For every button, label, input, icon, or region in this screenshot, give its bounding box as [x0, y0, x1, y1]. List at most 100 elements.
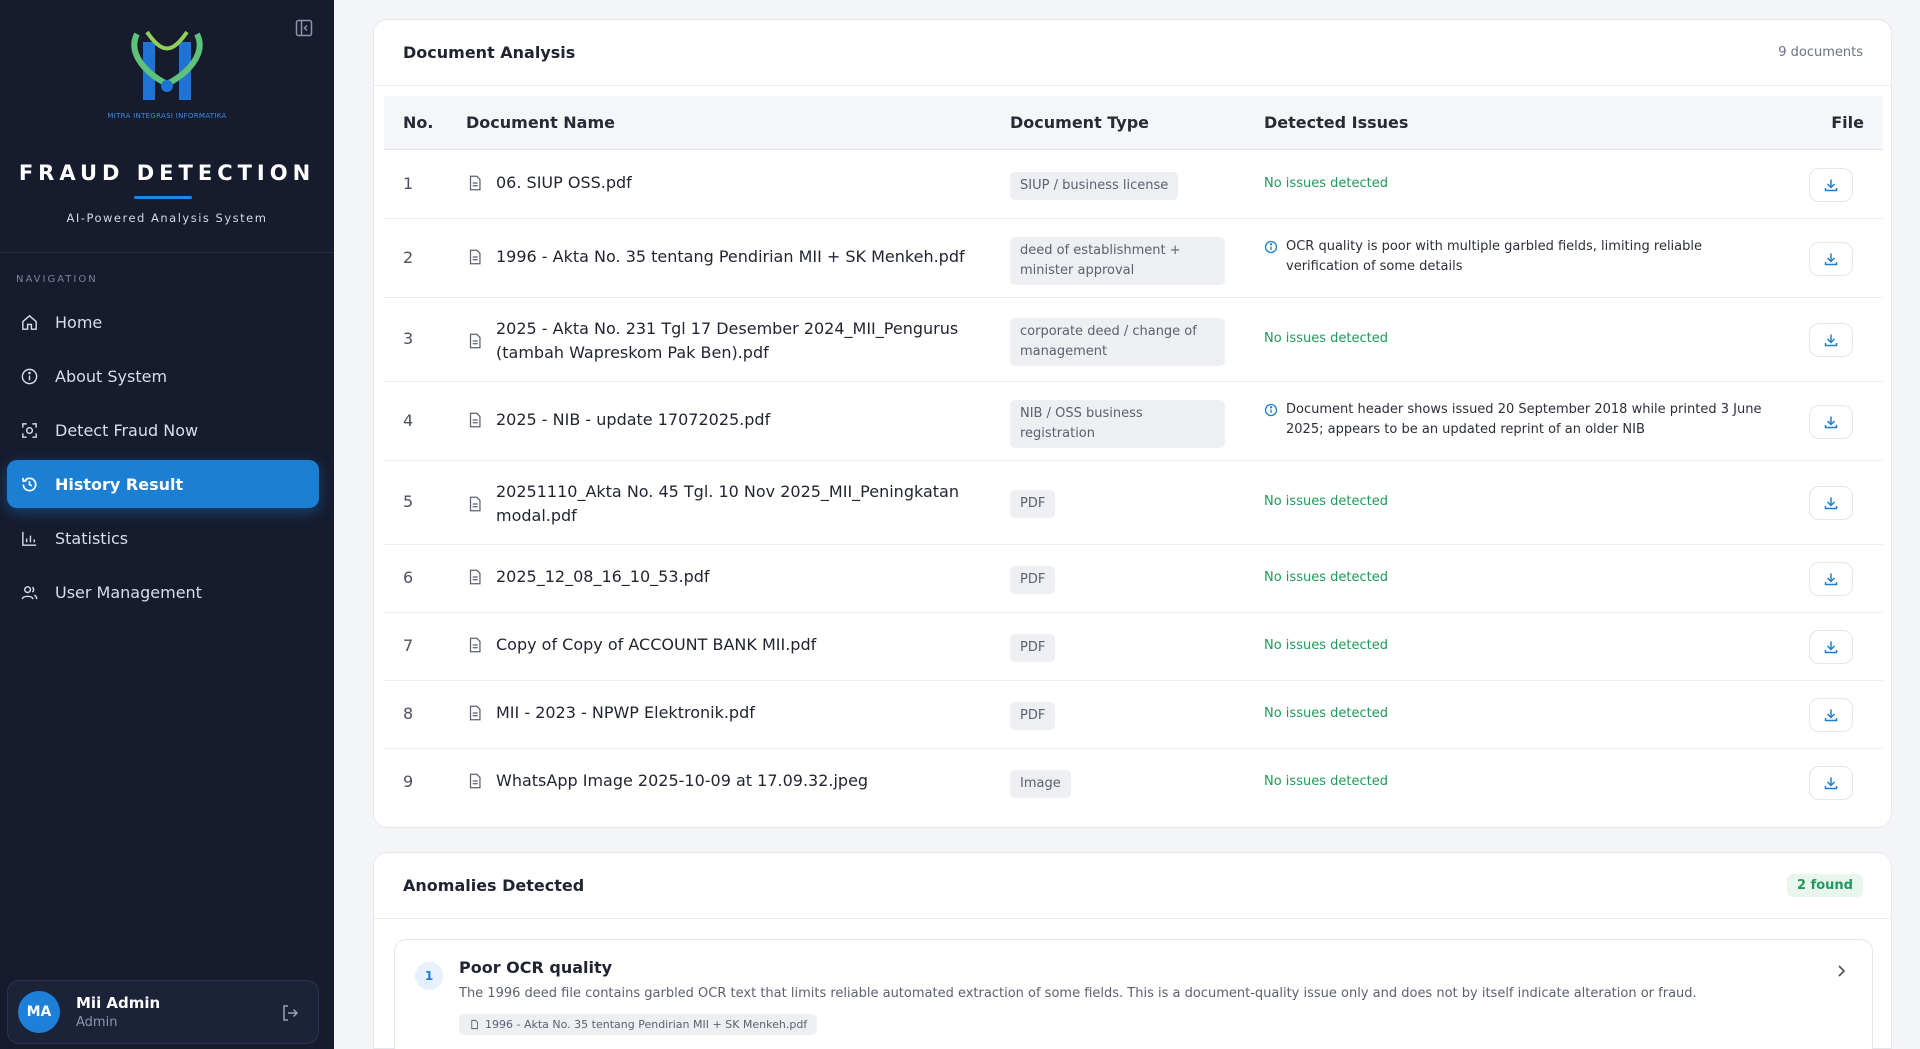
sidebar-item-history[interactable]: History Result	[7, 460, 319, 508]
sidebar-item-detect[interactable]: Detect Fraud Now	[7, 406, 319, 454]
document-name-text: 20251110_Akta No. 45 Tgl. 10 Nov 2025_MI…	[496, 482, 959, 525]
document-name: MII - 2023 - NPWP Elektronik.pdf	[466, 703, 966, 722]
issue-status: No issues detected	[1264, 638, 1388, 653]
document-name-text: WhatsApp Image 2025-10-09 at 17.09.32.jp…	[496, 771, 869, 790]
file-icon	[469, 705, 481, 720]
issue-text: Document header shows issued 20 Septembe…	[1286, 402, 1762, 437]
anomalies-card: Anomalies Detected 2 found 1 Poor OCR qu…	[373, 852, 1892, 1049]
table-row: 1 06. SIUP OSS.pdf SIUP / business licen…	[384, 150, 1883, 219]
document-type-badge: deed of establishment + minister approva…	[1010, 237, 1225, 285]
users-icon	[21, 585, 38, 599]
sidebar-divider	[0, 252, 334, 253]
history-icon	[22, 477, 37, 492]
row-number: 9	[403, 772, 414, 791]
sidebar-item-label: Statistics	[55, 528, 129, 548]
chevron-right-icon	[1838, 965, 1846, 977]
download-button[interactable]	[1809, 486, 1853, 520]
document-name-text: 2025 - NIB - update 17072025.pdf	[496, 410, 771, 429]
download-button[interactable]	[1809, 562, 1853, 596]
header-detected-issues: Detected Issues	[1264, 113, 1409, 132]
file-icon	[469, 569, 481, 584]
download-icon	[1824, 573, 1838, 586]
table-row: 5 20251110_Akta No. 45 Tgl. 10 Nov 2025_…	[384, 461, 1883, 545]
document-type-badge: NIB / OSS business registration	[1010, 400, 1225, 448]
file-icon	[471, 1019, 478, 1030]
logout-icon[interactable]	[280, 1003, 300, 1023]
anomaly-item[interactable]: 1 Poor OCR quality The 1996 deed file co…	[394, 939, 1873, 1049]
document-name: Copy of Copy of ACCOUNT BANK MII.pdf	[466, 635, 966, 654]
anomalies-count-badge: 2 found	[1787, 874, 1863, 897]
anomaly-description: The 1996 deed file contains garbled OCR …	[459, 986, 1697, 1001]
file-icon	[469, 249, 481, 264]
info-circle-icon	[1264, 403, 1278, 417]
table-row: 3 2025 - Akta No. 231 Tgl 17 Desember 20…	[384, 298, 1883, 382]
document-name-text: 1996 - Akta No. 35 tentang Pendirian MII…	[496, 247, 965, 266]
sidebar-item-users[interactable]: User Management	[7, 568, 319, 616]
document-name: 06. SIUP OSS.pdf	[466, 173, 966, 192]
file-icon	[469, 333, 481, 349]
download-button[interactable]	[1809, 405, 1853, 439]
row-number: 1	[403, 174, 414, 193]
card-title: Anomalies Detected	[403, 876, 585, 895]
document-name: 2025_12_08_16_10_53.pdf	[466, 567, 966, 586]
document-name-text: MII - 2023 - NPWP Elektronik.pdf	[496, 703, 755, 722]
row-number: 8	[403, 704, 414, 723]
user-role: Admin	[76, 1015, 118, 1030]
download-button[interactable]	[1809, 168, 1853, 202]
row-number: 6	[403, 568, 414, 587]
sidebar-item-home[interactable]: Home	[7, 298, 319, 346]
row-number: 4	[403, 411, 414, 430]
header-file: File	[1831, 113, 1864, 132]
download-icon	[1824, 777, 1838, 790]
download-button[interactable]	[1809, 323, 1853, 357]
table-row: 7 Copy of Copy of ACCOUNT BANK MII.pdf P…	[384, 613, 1883, 681]
table-row: 9 WhatsApp Image 2025-10-09 at 17.09.32.…	[384, 749, 1883, 817]
download-button[interactable]	[1809, 242, 1853, 276]
download-icon	[1824, 179, 1838, 192]
scan-icon	[22, 422, 37, 438]
document-type-badge: corporate deed / change of management	[1010, 318, 1225, 366]
sidebar-item-about[interactable]: About System	[7, 352, 319, 400]
download-button[interactable]	[1809, 698, 1853, 732]
table-row: 8 MII - 2023 - NPWP Elektronik.pdf PDF N…	[384, 681, 1883, 749]
download-button[interactable]	[1809, 766, 1853, 800]
chart-icon	[22, 531, 37, 546]
file-icon	[469, 496, 481, 512]
row-number: 3	[403, 329, 414, 348]
file-icon	[469, 412, 481, 427]
sidebar-item-label: User Management	[55, 582, 202, 602]
app-title: FRAUD DETECTION	[18, 161, 316, 185]
file-icon	[469, 637, 481, 652]
document-type-badge: Image	[1010, 770, 1071, 798]
row-number: 5	[403, 492, 414, 511]
document-name-text: 2025_12_08_16_10_53.pdf	[496, 567, 710, 586]
document-name: 2025 - Akta No. 231 Tgl 17 Desember 2024…	[466, 317, 966, 365]
issue-warning: OCR quality is poor with multiple garble…	[1264, 237, 1774, 277]
document-name-text: 2025 - Akta No. 231 Tgl 17 Desember 2024…	[496, 319, 959, 362]
title-underline	[134, 196, 192, 199]
header-no: No.	[403, 113, 434, 132]
download-button[interactable]	[1809, 630, 1853, 664]
issue-status: No issues detected	[1264, 176, 1388, 191]
issue-status: No issues detected	[1264, 706, 1388, 721]
header-document-type: Document Type	[1010, 113, 1150, 132]
download-icon	[1824, 709, 1838, 722]
anomaly-file-name: 1996 - Akta No. 35 tentang Pendirian MII…	[485, 1018, 808, 1031]
issue-status: No issues detected	[1264, 494, 1388, 509]
document-name-text: 06. SIUP OSS.pdf	[496, 173, 632, 192]
issue-text: OCR quality is poor with multiple garble…	[1286, 239, 1702, 274]
documents-table: No. Document Name Document Type Detected…	[384, 96, 1883, 817]
anomaly-title: Poor OCR quality	[459, 958, 613, 977]
row-number: 2	[403, 248, 414, 267]
download-icon	[1824, 334, 1838, 347]
avatar[interactable]: MA	[18, 991, 60, 1033]
sidebar-item-statistics[interactable]: Statistics	[7, 514, 319, 562]
issue-warning: Document header shows issued 20 Septembe…	[1264, 400, 1774, 440]
sidebar-item-label: Home	[55, 312, 103, 332]
table-row: 2 1996 - Akta No. 35 tentang Pendirian M…	[384, 219, 1883, 298]
home-icon	[22, 314, 37, 330]
sidebar-item-label: About System	[55, 366, 168, 386]
document-analysis-card: Document Analysis 9 documents No. Docume…	[373, 19, 1892, 828]
card-title: Document Analysis	[403, 43, 576, 62]
table-header: No. Document Name Document Type Detected…	[384, 96, 1883, 150]
